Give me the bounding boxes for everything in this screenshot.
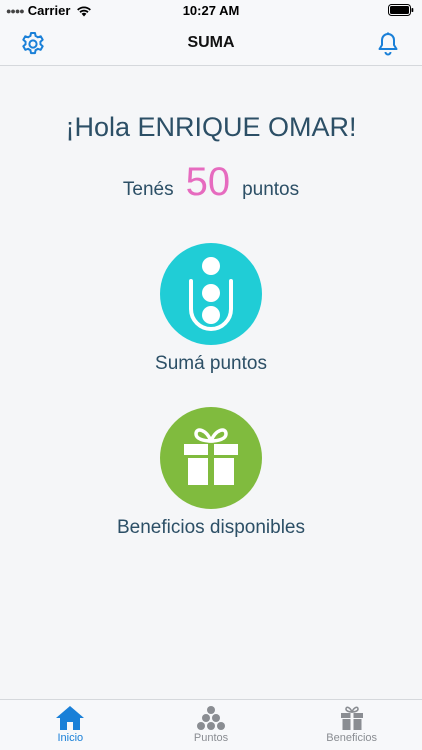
greeting-text: ¡Hola ENRIQUE OMAR! xyxy=(65,112,357,142)
tab-bar: Inicio Puntos Beneficios xyxy=(0,699,422,750)
points-value: 50 xyxy=(185,160,231,204)
beneficios-disponibles-label: Beneficios disponibles xyxy=(116,517,305,538)
points-prefix: Tenés xyxy=(122,179,174,200)
notifications-button[interactable] xyxy=(376,31,400,57)
points-suffix: puntos xyxy=(242,179,300,200)
points-dots-icon xyxy=(197,706,225,730)
navigation-bar: SUMA xyxy=(0,22,422,66)
suma-circle xyxy=(160,243,262,345)
beneficios-disponibles-button[interactable]: Beneficios disponibles xyxy=(0,407,422,539)
tab-inicio-label: Inicio xyxy=(57,732,84,744)
tab-beneficios-label: Beneficios xyxy=(326,732,378,744)
suma-puntos-label: Sumá puntos xyxy=(155,353,267,374)
gift-icon xyxy=(340,706,363,730)
battery-icon xyxy=(388,4,414,16)
home-icon xyxy=(56,706,85,730)
status-time: 10:27 AM xyxy=(182,3,240,18)
tab-inicio[interactable]: Inicio xyxy=(0,700,141,750)
tab-beneficios[interactable]: Beneficios xyxy=(281,700,422,750)
tab-puntos-label: Puntos xyxy=(193,732,229,744)
suma-logo-icon xyxy=(189,257,233,331)
suma-puntos-button[interactable]: Sumá puntos xyxy=(0,243,422,375)
status-bar: ●●●● Carrier 10:27 AM xyxy=(0,0,422,22)
page-title: SUMA xyxy=(187,34,235,51)
app-screen: ●●●● Carrier 10:27 AM SUMA ¡Hola ENRIQUE… xyxy=(0,0,422,750)
beneficios-circle xyxy=(160,407,262,509)
bell-icon xyxy=(378,32,398,56)
points-summary: Tenés 50 puntos xyxy=(0,160,422,205)
gift-icon xyxy=(184,428,238,485)
tab-puntos[interactable]: Puntos xyxy=(141,700,282,750)
